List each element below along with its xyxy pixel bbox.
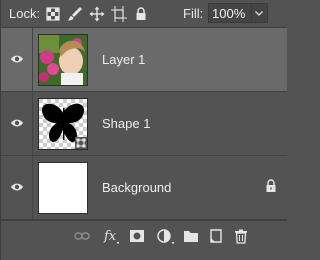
lock-transparent-pixels-icon[interactable] [45, 6, 61, 22]
link-layers-icon[interactable] [74, 229, 90, 243]
layer-name[interactable]: Layer 1 [102, 52, 145, 67]
lock-label: Lock: [9, 6, 41, 21]
chevron-down-icon [255, 11, 263, 16]
fill-label: Fill: [183, 6, 204, 21]
fill-dropdown-button[interactable] [252, 3, 268, 23]
layer-row-layer-1[interactable]: Layer 1 [1, 28, 287, 92]
lock-image-pixels-icon[interactable] [67, 6, 83, 22]
layer-name[interactable]: Background [102, 180, 171, 195]
shape-layer-icon [75, 137, 87, 149]
new-layer-icon[interactable] [209, 229, 223, 243]
adjustment-layer-icon[interactable] [157, 229, 175, 245]
visibility-toggle[interactable] [1, 28, 33, 91]
lock-artboard-icon[interactable] [111, 6, 127, 22]
panel-bottom-edge [1, 250, 287, 260]
fx-icon[interactable]: fx [103, 227, 121, 245]
eye-icon [11, 55, 23, 63]
fill-input[interactable]: 100% [208, 3, 252, 23]
add-mask-icon[interactable] [129, 229, 145, 243]
svg-text:fx: fx [103, 229, 117, 244]
lock-icon[interactable] [265, 179, 277, 193]
layer-row-background[interactable]: Background [1, 156, 287, 220]
layers-bottom-toolbar: fx [1, 220, 287, 250]
layers-list: Layer 1 Shape 1 Background [1, 28, 287, 220]
visibility-toggle[interactable] [1, 92, 33, 155]
layer-thumbnail-photo [38, 34, 88, 86]
layer-row-shape-1[interactable]: Shape 1 [1, 92, 287, 156]
layer-name[interactable]: Shape 1 [102, 116, 150, 131]
new-group-icon[interactable] [183, 229, 199, 243]
layer-thumbnail-shape [38, 98, 88, 150]
eye-icon [11, 183, 23, 191]
lock-position-icon[interactable] [89, 6, 105, 22]
eye-icon [11, 119, 23, 127]
visibility-toggle[interactable] [1, 156, 33, 219]
delete-layer-icon[interactable] [234, 229, 248, 244]
layers-options-bar: Lock: Fill: 100% [1, 0, 287, 28]
layer-thumbnail-white [38, 162, 88, 214]
lock-all-icon[interactable] [133, 6, 149, 22]
layers-panel: Lock: Fill: 100% Layer 1 Shape 1 Backgro… [0, 0, 287, 260]
